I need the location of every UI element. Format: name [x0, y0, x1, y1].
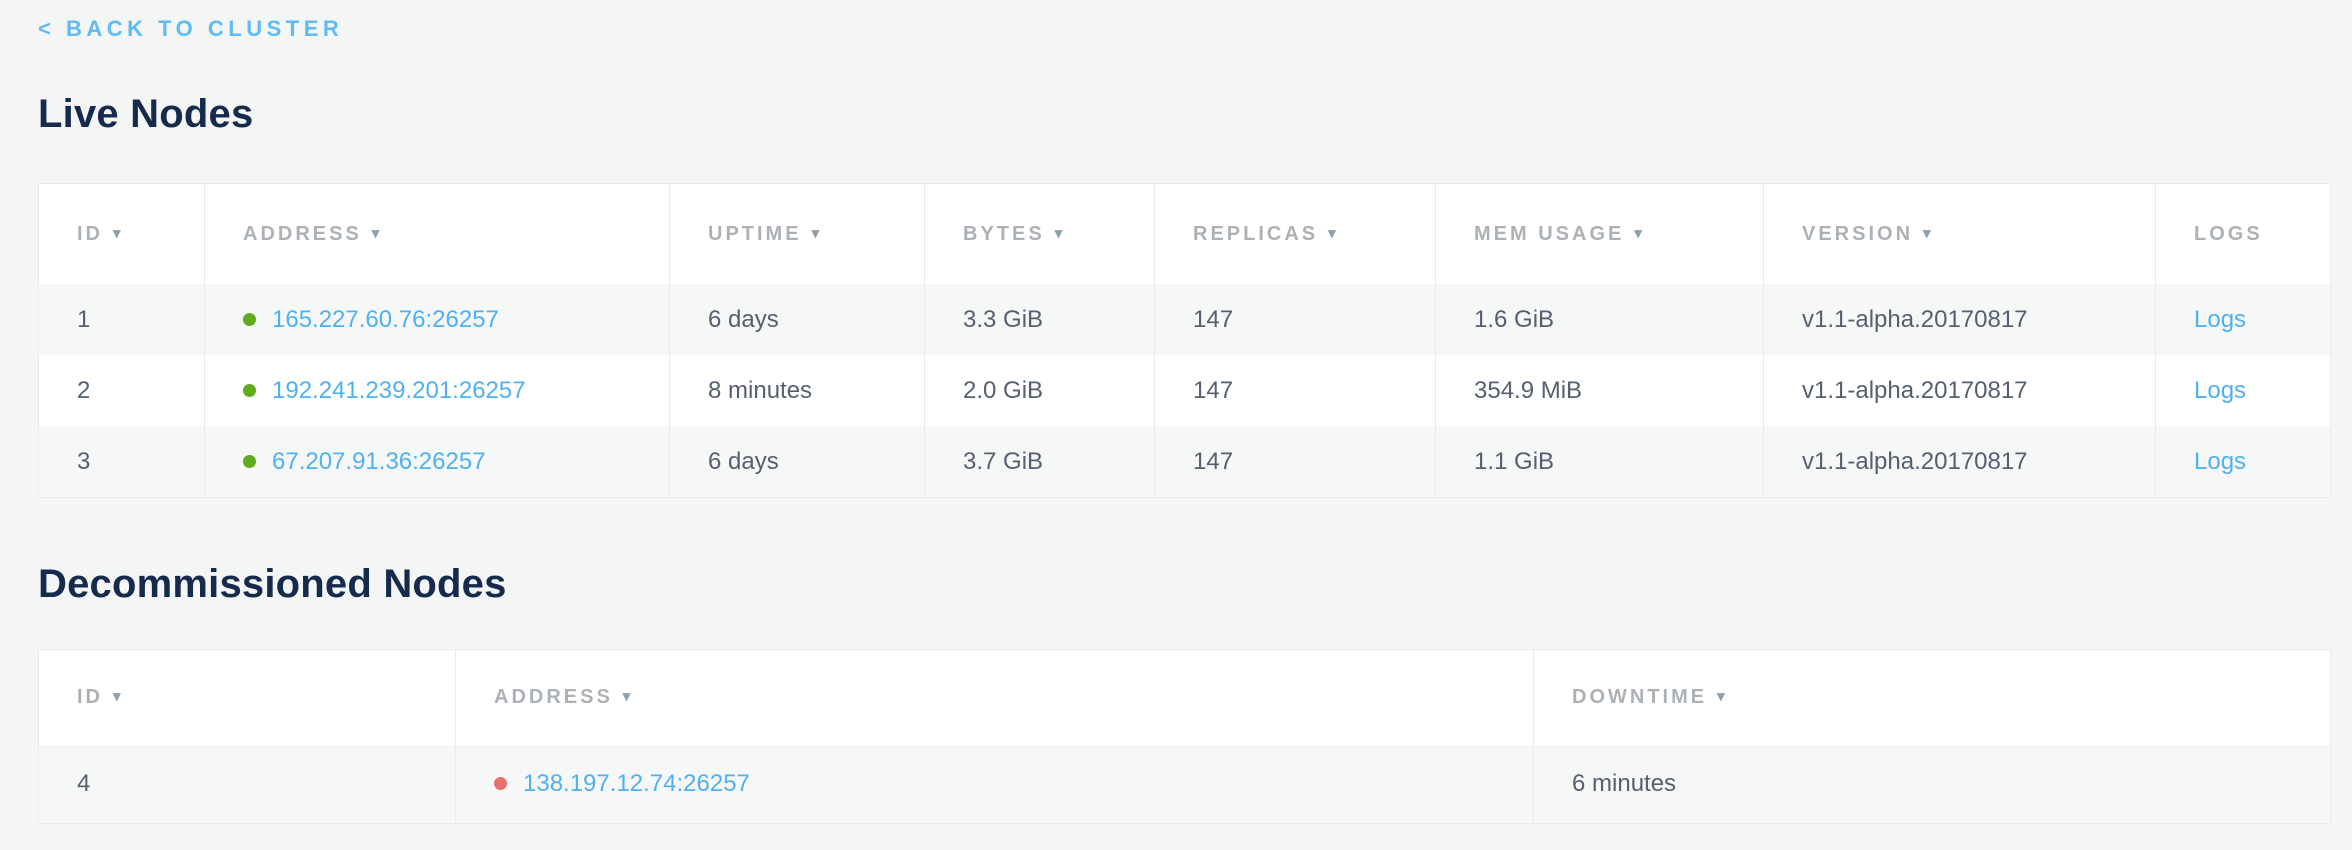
column-header-uptime[interactable]: UPTIME ▾	[670, 184, 925, 285]
decommissioned-table-header-row: ID ▾ ADDRESS ▾ DOWNTIME ▾	[39, 650, 2331, 746]
column-header-label: ADDRESS	[243, 223, 362, 245]
node-address-link[interactable]: 138.197.12.74:26257	[523, 770, 750, 797]
live-nodes-title: Live Nodes	[38, 92, 2352, 137]
node-replicas-cell: 147	[1155, 426, 1436, 498]
live-status-icon	[243, 455, 256, 468]
decommissioned-nodes-title: Decommissioned Nodes	[38, 562, 2352, 607]
node-id-cell: 4	[39, 745, 456, 824]
column-header-id[interactable]: ID ▾	[39, 184, 205, 285]
node-uptime-cell: 8 minutes	[670, 355, 925, 426]
sort-arrow-icon: ▾	[1634, 225, 1642, 242]
sort-arrow-icon: ▾	[372, 225, 380, 242]
node-uptime-cell: 6 days	[670, 284, 925, 355]
live-nodes-table: ID ▾ ADDRESS ▾ UPTIME ▾ BYTES ▾ REPLICAS ▾ ME…	[38, 183, 2331, 498]
column-header-label: MEM USAGE	[1474, 223, 1624, 245]
column-header-id[interactable]: ID ▾	[39, 650, 456, 746]
live-status-icon	[243, 313, 256, 326]
column-header-version[interactable]: VERSION ▾	[1764, 184, 2156, 285]
column-header-label: VERSION	[1802, 223, 1913, 245]
node-logs-cell: Logs	[2156, 284, 2331, 355]
column-header-address[interactable]: ADDRESS ▾	[456, 650, 1534, 746]
node-logs-cell: Logs	[2156, 355, 2331, 426]
node-address-cell: 165.227.60.76:26257	[205, 284, 670, 355]
sort-arrow-icon: ▾	[1055, 225, 1063, 242]
decommissioned-node-row: 4 138.197.12.74:26257 6 minutes	[39, 745, 2331, 824]
sort-arrow-icon: ▾	[113, 688, 121, 705]
node-version-cell: v1.1-alpha.20170817	[1764, 426, 2156, 498]
node-id-cell: 1	[39, 284, 205, 355]
node-replicas-cell: 147	[1155, 284, 1436, 355]
node-uptime-cell: 6 days	[670, 426, 925, 498]
node-address-cell: 67.207.91.36:26257	[205, 426, 670, 498]
node-version-cell: v1.1-alpha.20170817	[1764, 284, 2156, 355]
node-version-cell: v1.1-alpha.20170817	[1764, 355, 2156, 426]
node-logs-link[interactable]: Logs	[2194, 448, 2246, 475]
node-list-page: < BACK TO CLUSTER Live Nodes ID ▾ ADDRESS…	[0, 0, 2352, 824]
column-header-label: ADDRESS	[494, 686, 613, 708]
node-bytes-cell: 2.0 GiB	[925, 355, 1155, 426]
column-header-label: DOWNTIME	[1572, 686, 1707, 708]
column-header-label: ID	[77, 223, 103, 245]
node-logs-cell: Logs	[2156, 426, 2331, 498]
node-id-cell: 2	[39, 355, 205, 426]
column-header-label: LOGS	[2194, 223, 2263, 245]
node-mem-usage-cell: 1.1 GiB	[1436, 426, 1764, 498]
node-downtime-cell: 6 minutes	[1534, 745, 2331, 824]
live-node-row: 1 165.227.60.76:26257 6 days 3.3 GiB 147…	[39, 284, 2331, 355]
node-address-link[interactable]: 67.207.91.36:26257	[272, 448, 486, 475]
node-bytes-cell: 3.7 GiB	[925, 426, 1155, 498]
column-header-label: UPTIME	[708, 223, 802, 245]
live-status-icon	[243, 384, 256, 397]
column-header-label: ID	[77, 686, 103, 708]
node-bytes-cell: 3.3 GiB	[925, 284, 1155, 355]
decommissioned-status-icon	[494, 777, 507, 790]
decommissioned-nodes-table: ID ▾ ADDRESS ▾ DOWNTIME ▾ 4 138.197.12.74:2…	[38, 649, 2331, 824]
column-header-label: BYTES	[963, 223, 1045, 245]
sort-arrow-icon: ▾	[1923, 225, 1931, 242]
sort-arrow-icon: ▾	[1717, 688, 1725, 705]
column-header-label: REPLICAS	[1193, 223, 1318, 245]
node-id-cell: 3	[39, 426, 205, 498]
node-mem-usage-cell: 1.6 GiB	[1436, 284, 1764, 355]
column-header-address[interactable]: ADDRESS ▾	[205, 184, 670, 285]
node-address-cell: 138.197.12.74:26257	[456, 745, 1534, 824]
node-address-cell: 192.241.239.201:26257	[205, 355, 670, 426]
sort-arrow-icon: ▾	[812, 225, 820, 242]
column-header-bytes[interactable]: BYTES ▾	[925, 184, 1155, 285]
column-header-logs: LOGS	[2156, 184, 2331, 285]
node-address-link[interactable]: 165.227.60.76:26257	[272, 306, 499, 333]
column-header-replicas[interactable]: REPLICAS ▾	[1155, 184, 1436, 285]
column-header-downtime[interactable]: DOWNTIME ▾	[1534, 650, 2331, 746]
node-mem-usage-cell: 354.9 MiB	[1436, 355, 1764, 426]
sort-arrow-icon: ▾	[113, 225, 121, 242]
live-node-row: 3 67.207.91.36:26257 6 days 3.7 GiB 147 …	[39, 426, 2331, 498]
back-to-cluster-link[interactable]: < BACK TO CLUSTER	[38, 16, 343, 42]
node-logs-link[interactable]: Logs	[2194, 306, 2246, 333]
node-address-link[interactable]: 192.241.239.201:26257	[272, 377, 526, 404]
node-replicas-cell: 147	[1155, 355, 1436, 426]
sort-arrow-icon: ▾	[1328, 225, 1336, 242]
live-node-row: 2 192.241.239.201:26257 8 minutes 2.0 Gi…	[39, 355, 2331, 426]
sort-arrow-icon: ▾	[623, 688, 631, 705]
column-header-mem-usage[interactable]: MEM USAGE ▾	[1436, 184, 1764, 285]
node-logs-link[interactable]: Logs	[2194, 377, 2246, 404]
live-table-header-row: ID ▾ ADDRESS ▾ UPTIME ▾ BYTES ▾ REPLICAS ▾ ME…	[39, 184, 2331, 285]
